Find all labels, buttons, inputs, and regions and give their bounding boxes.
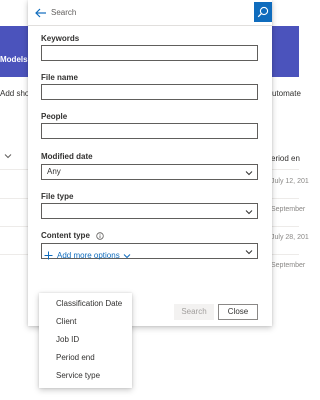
content-type-label-group: Content type [41, 231, 104, 240]
menu-item-service-type[interactable]: Service type [39, 367, 132, 385]
people-input[interactable] [41, 123, 258, 139]
row-date: July 12, 201 [271, 178, 309, 185]
command-automate[interactable]: utomate [272, 89, 301, 98]
row-date: September [271, 262, 306, 269]
row-date: July 28, 201 [271, 234, 309, 241]
search-panel: Search Keywords File name People Modifie… [28, 0, 272, 326]
file-name-label: File name [41, 73, 78, 82]
chevron-down-icon [245, 250, 253, 255]
row-date: September [271, 206, 306, 213]
add-more-options-button[interactable]: Add more options [44, 251, 131, 260]
back-arrow-icon[interactable] [34, 6, 48, 20]
keywords-input[interactable] [41, 45, 258, 61]
file-type-select[interactable] [41, 203, 258, 219]
file-type-label: File type [41, 192, 74, 201]
modified-date-label: Modified date [41, 152, 93, 161]
close-button[interactable]: Close [218, 304, 258, 320]
modified-date-value: Any [47, 167, 61, 176]
info-icon[interactable] [96, 232, 104, 240]
chevron-down-icon [245, 210, 253, 215]
chevron-down-icon[interactable] [4, 152, 12, 160]
menu-item-job-id[interactable]: Job ID [39, 331, 132, 349]
plus-icon [44, 251, 53, 260]
content-type-label: Content type [41, 231, 90, 240]
menu-item-period-end[interactable]: Period end [39, 349, 132, 367]
keywords-label: Keywords [41, 34, 80, 43]
search-submit-button[interactable] [254, 2, 272, 22]
search-button[interactable]: Search [174, 304, 214, 320]
modified-date-select[interactable]: Any [41, 164, 258, 180]
file-name-input[interactable] [41, 84, 258, 100]
chevron-down-icon [123, 254, 131, 259]
menu-item-classification-date[interactable]: Classification Date [39, 295, 132, 313]
add-more-options-label: Add more options [57, 251, 120, 260]
people-label: People [41, 112, 68, 121]
chevron-down-icon [245, 171, 253, 176]
add-options-menu: Classification Date Client Job ID Period… [39, 293, 132, 388]
nav-models-label[interactable]: Models [0, 55, 28, 64]
search-icon [257, 6, 269, 18]
app-root: Models Add shor utomate eriod en July 12… [0, 0, 309, 400]
column-header-period-end[interactable]: eriod en [271, 154, 300, 163]
search-bar: Search [28, 0, 272, 26]
search-input[interactable]: Search [51, 8, 76, 17]
menu-item-client[interactable]: Client [39, 313, 132, 331]
